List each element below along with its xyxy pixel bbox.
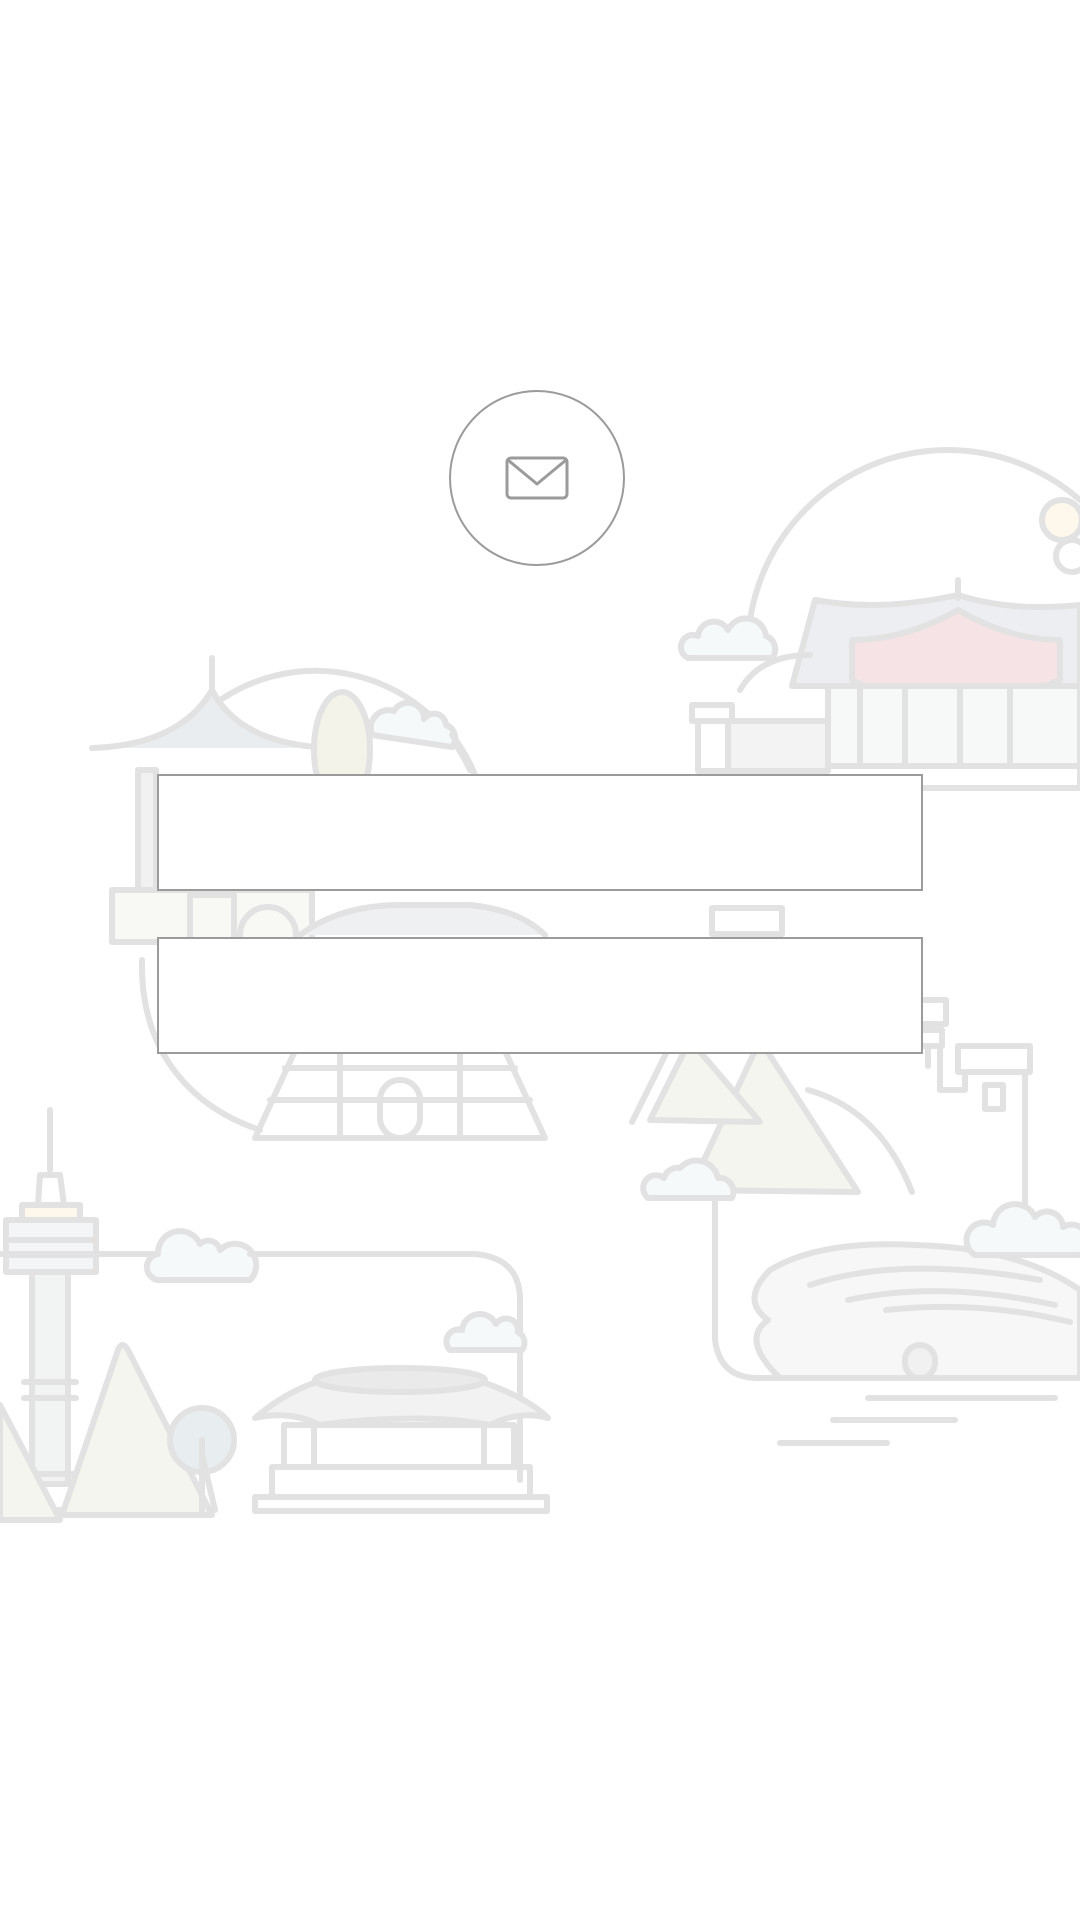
cloud-1: [367, 699, 459, 750]
cloud-5: [143, 1228, 260, 1284]
first-input-field[interactable]: [157, 774, 923, 891]
right-sun-arc: [747, 447, 1080, 623]
envelope-badge: [449, 390, 625, 566]
cloud-4: [963, 1201, 1080, 1258]
left-pagoda-roof: [89, 687, 335, 751]
dome-hall: [297, 902, 548, 938]
cloud-2: [677, 615, 779, 661]
cloud-6: [443, 1311, 528, 1353]
second-input-field[interactable]: [157, 937, 923, 1054]
envelope-icon: [505, 456, 569, 500]
